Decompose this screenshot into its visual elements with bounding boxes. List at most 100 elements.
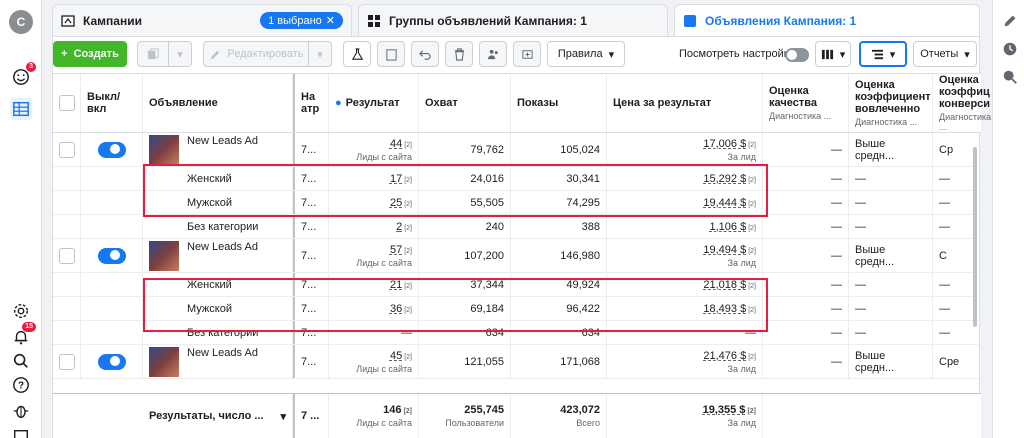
breakdown-row[interactable]: Женский 7... 17 [2] 24,016 30,341 15,292 $ [2] —… (53, 167, 981, 191)
ad-name-cell[interactable]: Без категории (143, 321, 293, 344)
delete-button[interactable] (445, 41, 473, 67)
info-icon[interactable]: ● (335, 97, 342, 109)
select-all-cell (53, 74, 81, 132)
vertical-scrollbar[interactable] (973, 147, 977, 327)
totals-result: 146 [2] Лиды с сайта (329, 394, 419, 438)
ad-row[interactable]: New Leads Ad 7... 44 [2] Лиды с сайта 79,762 1… (53, 133, 981, 167)
ad-name-cell[interactable]: New Leads Ad (143, 345, 293, 378)
ad-thumbnail[interactable] (149, 346, 179, 377)
totals-row: Результаты, число ... ▾ 7 ... 146 [2] Лиды … (53, 393, 981, 438)
ad-name[interactable]: New Leads Ad (187, 135, 258, 147)
account-avatar[interactable]: C (9, 10, 33, 34)
cell-delivery: 7... (293, 297, 329, 320)
edit-button[interactable]: Редактировать (203, 41, 309, 67)
cell-quality: — (763, 321, 849, 344)
duplicate-button[interactable] (137, 41, 169, 67)
create-label: Создать (73, 48, 119, 60)
panel-icon[interactable] (10, 426, 32, 438)
magnify-chart-icon[interactable] (999, 66, 1021, 88)
ad-thumbnail[interactable] (149, 134, 179, 165)
tab-adsets[interactable]: Группы объявлений Кампания: 1 (358, 4, 668, 36)
columns-button[interactable]: ▾ (815, 41, 851, 67)
totals-label-cell[interactable]: Результаты, число ... ▾ (143, 394, 293, 438)
ad-name-cell[interactable]: New Leads Ad (143, 133, 293, 166)
export-button[interactable] (513, 41, 541, 67)
tab-ads[interactable]: Объявления Кампания: 1 (674, 4, 980, 36)
ab-test-button[interactable] (343, 41, 371, 67)
svg-text:?: ? (18, 381, 24, 392)
ad-row[interactable]: New Leads Ad 7... 45 [2] Лиды с сайта 121,055… (53, 345, 981, 379)
cell-impressions: 171,068 (511, 345, 607, 378)
breakdown-row[interactable]: Без категории 7... —634 634— — — — (53, 321, 981, 345)
col-cost[interactable]: Цена за результат (607, 74, 763, 132)
col-quality[interactable]: Оценка качества Диагностика ... (763, 74, 849, 132)
gear-icon[interactable] (10, 300, 32, 322)
bug-icon[interactable] (10, 400, 32, 422)
ad-row[interactable]: New Leads Ad 7... 57 [2] Лиды с сайта 107,200… (53, 239, 981, 273)
col-result[interactable]: ● Результат (329, 74, 419, 132)
cell-reach: 24,016 (419, 167, 511, 190)
clipboard-button[interactable] (377, 41, 405, 67)
chevron-down-icon: ▾ (608, 48, 615, 61)
ad-on-off-toggle[interactable] (97, 247, 126, 264)
breakdown-row[interactable]: Женский 7... 21 [2] 37,344 49,924 21,018 $ [2] —… (53, 273, 981, 297)
breakdown-row[interactable]: Мужской 7... 25 [2] 55,505 74,295 19,444 $ [2] —… (53, 191, 981, 215)
col-ad[interactable]: Объявление (143, 74, 293, 132)
search-icon[interactable] (10, 350, 32, 372)
breakdown-row[interactable]: Без категории 7... 2 [2] 240 388 1,106 $ [2] — — — (53, 215, 981, 239)
breakdown-row[interactable]: Мужской 7... 36 [2] 69,184 96,422 18,493 $ [2] —… (53, 297, 981, 321)
close-icon[interactable]: ✕ (326, 14, 335, 27)
ad-name-cell[interactable]: Без категории (143, 215, 293, 238)
table-icon[interactable] (10, 98, 32, 120)
selected-chip-label: 1 выбрано (268, 14, 322, 27)
help-icon[interactable]: ? (10, 374, 32, 396)
create-button[interactable]: + Создать (53, 41, 127, 67)
clock-icon[interactable] (999, 38, 1021, 60)
col-engagement[interactable]: Оценка коэффициент вовлеченно Диагностика… (849, 74, 933, 132)
ad-name-cell[interactable]: Женский (143, 167, 293, 190)
view-settings-toggle[interactable] (785, 48, 809, 62)
select-all-checkbox[interactable] (58, 95, 75, 111)
tab-campaigns[interactable]: Кампании 1 выбрано ✕ (52, 4, 352, 36)
ad-on-off-toggle[interactable] (97, 141, 126, 158)
cell-reach: 121,055 (419, 345, 511, 378)
export-icon (521, 49, 533, 59)
row-checkbox[interactable] (58, 353, 75, 370)
ad-icon (684, 14, 696, 27)
rules-button[interactable]: Правила ▾ (547, 41, 625, 67)
ad-name-cell[interactable]: Мужской (143, 191, 293, 214)
cell-cost: 21,476 $ [2] За лид (607, 345, 763, 378)
pencil-icon[interactable] (999, 10, 1021, 32)
col-reach-label: Охват (425, 97, 458, 109)
cell-reach: 634 (419, 321, 511, 344)
duplicate-dropdown[interactable]: ▾ (168, 41, 192, 67)
breakdown-button[interactable]: ▾ (859, 41, 907, 67)
undo-button[interactable] (411, 41, 439, 67)
audience-button[interactable] (479, 41, 507, 67)
columns-icon (821, 49, 833, 59)
col-impressions[interactable]: Показы (511, 74, 607, 132)
col-onoff[interactable]: Выкл/вкл (81, 74, 143, 132)
col-delivery[interactable]: На атр (293, 74, 329, 132)
col-conversion[interactable]: Оценка коэффиц конверси Диагностика ... (933, 74, 991, 132)
ad-on-off-toggle[interactable] (97, 353, 126, 370)
selected-chip[interactable]: 1 выбрано ✕ (260, 12, 343, 29)
row-toggle-cell (81, 273, 143, 296)
bell-icon[interactable]: 15 (10, 322, 36, 348)
smiley-icon[interactable]: 3 (10, 62, 36, 88)
col-reach[interactable]: Охват (419, 74, 511, 132)
ad-name[interactable]: New Leads Ad (187, 347, 258, 359)
row-checkbox[interactable] (58, 247, 75, 264)
ad-name[interactable]: New Leads Ad (187, 241, 258, 253)
row-checkbox[interactable] (58, 141, 75, 158)
ad-thumbnail[interactable] (149, 240, 179, 271)
chevron-down-icon: ▾ (280, 410, 286, 423)
ad-name-cell[interactable]: New Leads Ad (143, 239, 293, 272)
ad-name-cell[interactable]: Мужской (143, 297, 293, 320)
cell-result: 36 [2] (329, 297, 419, 320)
cell-delivery: 7... (293, 345, 329, 378)
reports-button[interactable]: Отчеты ▾ (913, 41, 977, 67)
edit-dropdown[interactable]: ▾ (308, 41, 332, 67)
cell-reach: 79,762 (419, 133, 511, 166)
ad-name-cell[interactable]: Женский (143, 273, 293, 296)
